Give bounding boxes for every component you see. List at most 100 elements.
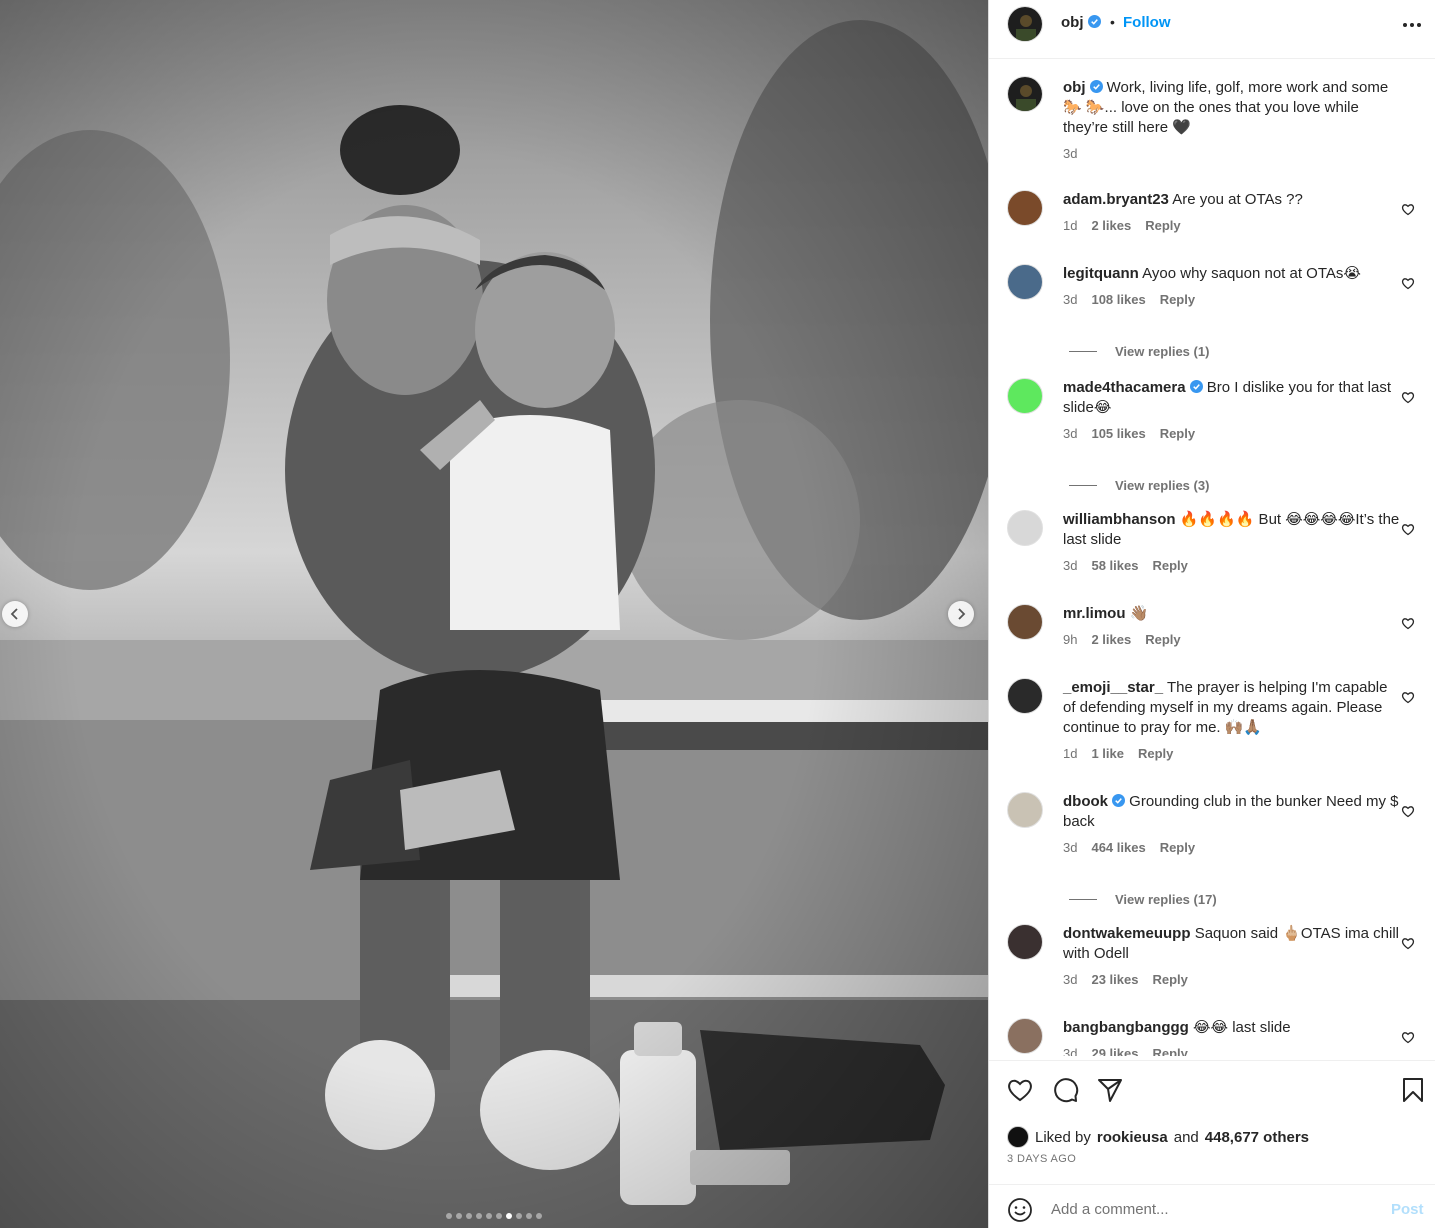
comment-like-icon[interactable] [1401,936,1415,950]
carousel-dots [0,1213,988,1219]
previous-slide-button[interactable] [2,601,28,627]
comment-like-icon[interactable] [1401,276,1415,290]
comment-username[interactable]: _emoji__star_ [1063,679,1163,696]
liker-avatar[interactable] [1007,1126,1029,1148]
comment-like-icon[interactable] [1401,390,1415,404]
reply-button[interactable]: Reply [1152,972,1187,987]
author-username[interactable]: obj [1061,14,1101,31]
commenter-avatar[interactable] [1007,510,1043,546]
comment-text: Are you at OTAs ?? [1172,191,1303,208]
post-caption: obj Work, living life, golf, more work a… [1007,76,1427,166]
verified-badge-icon [1089,80,1103,93]
comment-icon[interactable] [1051,1076,1079,1104]
carousel-dot [536,1213,542,1219]
comment-input[interactable] [1051,1197,1371,1221]
caption-text: Work, living life, golf, more work and s… [1063,79,1389,136]
author-avatar[interactable] [1007,6,1043,42]
comment-time: 1d [1063,746,1078,761]
verified-badge-icon [1087,15,1101,28]
view-replies-button[interactable]: View replies (1) [1069,344,1209,359]
reply-button[interactable]: Reply [1160,840,1195,855]
reply-button[interactable]: Reply [1160,426,1195,441]
comment-text: 👋🏽 [1129,605,1149,622]
commenter-avatar[interactable] [1007,264,1043,300]
more-horizontal-icon[interactable] [1401,16,1423,34]
post-comment-button[interactable]: Post [1391,1201,1424,1218]
reply-button[interactable]: Reply [1152,1046,1187,1056]
comment-username[interactable]: williambhanson [1063,511,1176,528]
comment-item: dbook Grounding club in the bunker Need … [1007,792,1427,860]
carousel-dot [446,1213,452,1219]
verified-badge-icon [1189,380,1203,393]
comment-likes[interactable]: 108 likes [1091,292,1145,307]
commenter-avatar[interactable] [1007,924,1043,960]
liker-username[interactable]: rookieusa [1097,1129,1168,1146]
bookmark-icon[interactable] [1399,1076,1427,1104]
comment-like-icon[interactable] [1401,1030,1415,1044]
heart-icon[interactable] [1006,1076,1034,1104]
comment-like-icon[interactable] [1401,522,1415,536]
comment-time: 3d [1063,1046,1078,1056]
comment-likes[interactable]: 23 likes [1091,972,1138,987]
comment-item: _emoji__star_ The prayer is helping I'm … [1007,678,1427,766]
comment-likes[interactable]: 2 likes [1091,632,1131,647]
view-replies-button[interactable]: View replies (3) [1069,478,1209,493]
header-separator: • [1110,14,1115,30]
comment-item: dontwakemeuupp Saquon said 🖕🏼OTAS ima ch… [1007,924,1427,992]
comment-username[interactable]: dbook [1063,793,1108,810]
comment-like-icon[interactable] [1401,616,1415,630]
reply-button[interactable]: Reply [1138,746,1173,761]
post-media[interactable] [0,0,988,1228]
comment-likes[interactable]: 464 likes [1091,840,1145,855]
reply-button[interactable]: Reply [1160,292,1195,307]
commenter-avatar[interactable] [1007,190,1043,226]
reply-button[interactable]: Reply [1145,218,1180,233]
comment-item: williambhanson 🔥🔥🔥🔥 But 😂😂😂😂It’s the las… [1007,510,1427,578]
author-avatar[interactable] [1007,76,1043,112]
view-replies-button[interactable]: View replies (17) [1069,892,1217,907]
commenter-avatar[interactable] [1007,604,1043,640]
caption-time: 3d [1063,146,1078,161]
comment-like-icon[interactable] [1401,690,1415,704]
comment-username[interactable]: bangbangbanggg [1063,1019,1189,1036]
add-comment-bar: Post [989,1184,1435,1228]
carousel-dot [496,1213,502,1219]
likes-count[interactable]: 448,677 others [1205,1129,1309,1146]
chevron-left-icon [10,608,18,620]
comment-username[interactable]: dontwakemeuupp [1063,925,1191,942]
comment-likes[interactable]: 58 likes [1091,558,1138,573]
comment-likes[interactable]: 1 like [1091,746,1124,761]
commenter-avatar[interactable] [1007,678,1043,714]
comment-likes[interactable]: 105 likes [1091,426,1145,441]
post-header: obj • Follow [989,0,1435,59]
emoji-icon[interactable] [1007,1197,1033,1223]
chevron-right-icon [958,608,966,620]
caption-username[interactable]: obj [1063,79,1086,96]
next-slide-button[interactable] [948,601,974,627]
comments-list[interactable]: obj Work, living life, golf, more work a… [989,60,1435,1056]
comment-time: 3d [1063,292,1078,307]
comment-username[interactable]: mr.limou [1063,605,1126,622]
comment-likes[interactable]: 29 likes [1091,1046,1138,1056]
comment-time: 3d [1063,558,1078,573]
view-replies-line [1069,485,1097,486]
comment-like-icon[interactable] [1401,804,1415,818]
commenter-avatar[interactable] [1007,792,1043,828]
comment-likes[interactable]: 2 likes [1091,218,1131,233]
reply-button[interactable]: Reply [1145,632,1180,647]
commenter-avatar[interactable] [1007,378,1043,414]
carousel-dot [526,1213,532,1219]
comment-item: made4thacamera Bro I dislike you for tha… [1007,378,1427,446]
comment-like-icon[interactable] [1401,202,1415,216]
reply-button[interactable]: Reply [1152,558,1187,573]
commenter-avatar[interactable] [1007,1018,1043,1054]
view-replies-label: View replies (1) [1115,344,1210,359]
post-date: 3 DAYS AGO [1007,1153,1077,1165]
comment-username[interactable]: made4thacamera [1063,379,1186,396]
follow-button[interactable]: Follow [1123,14,1171,31]
comment-username[interactable]: adam.bryant23 [1063,191,1169,208]
comment-item: bangbangbanggg 😂😂 last slide 3d 29 likes Re… [1007,1018,1427,1056]
share-icon[interactable] [1096,1076,1124,1104]
comment-item: legitquann Ayoo why saquon not at OTAs😭 3… [1007,264,1427,312]
comment-username[interactable]: legitquann [1063,265,1139,282]
